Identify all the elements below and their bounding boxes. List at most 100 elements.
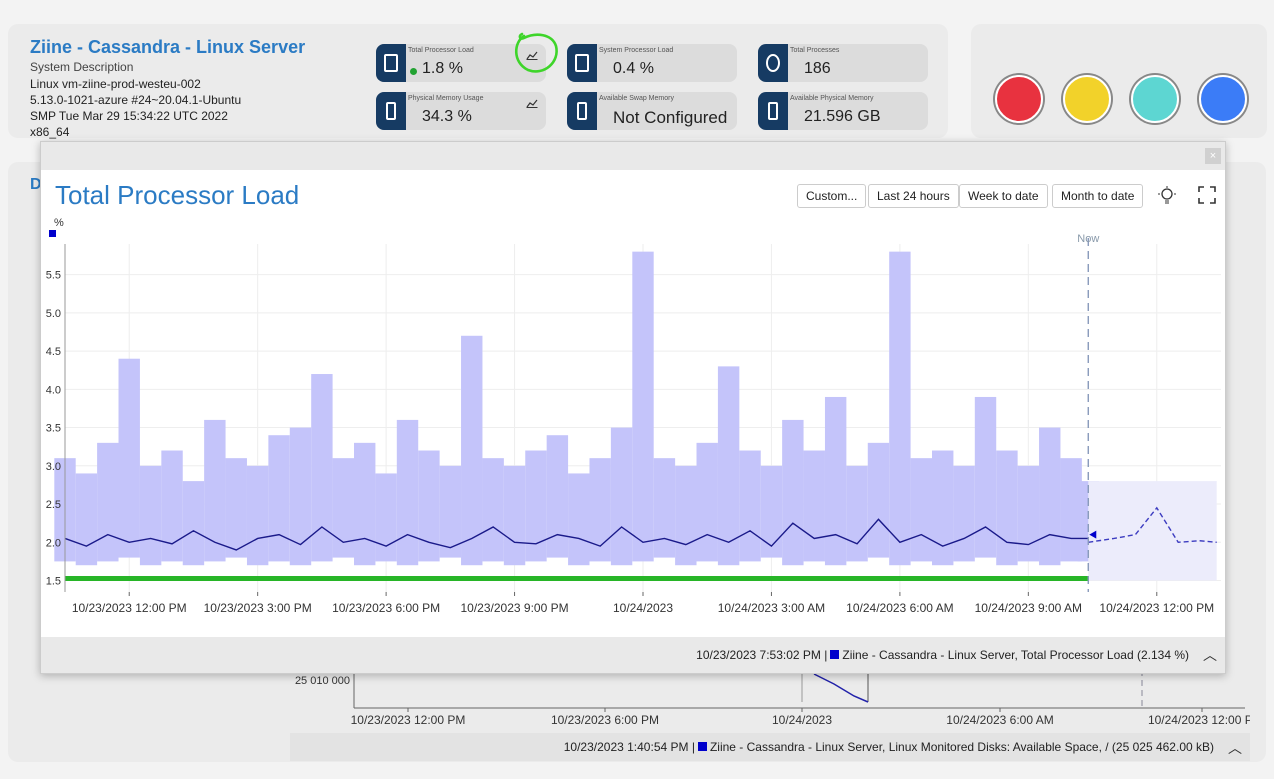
tile-available-swap-memory[interactable]: Available Swap Memory Not Configured [567,92,737,130]
band-bar [867,442,890,558]
bg-legend-timestamp: 10/23/2023 1:40:54 PM | [563,740,695,754]
band-bar [653,458,676,558]
fullscreen-icon[interactable] [1198,186,1216,204]
x-tick-label: 10/24/2023 6:00 AM [846,601,953,615]
system-description-line: SMP Tue Mar 29 15:34:22 UTC 2022 [30,109,228,123]
band-bar [461,335,483,566]
bg-legend-series: Ziine - Cassandra - Linux Server, Linux … [709,740,1214,754]
last-24-hours-button[interactable]: Last 24 hours [868,184,959,208]
x-tick-label: 10/24/2023 [613,601,673,615]
tile-available-physical-memory[interactable]: Available Physical Memory 21.596 GB [758,92,928,130]
y-tick-label: 5.0 [46,308,61,320]
tile-physical-memory-usage[interactable]: Physical Memory Usage 34.3 % [376,92,546,130]
week-to-date-button[interactable]: Week to date [959,184,1048,208]
y-tick-label: 5.5 [46,270,61,282]
band-bar [75,473,98,566]
band-bar [1017,465,1040,562]
forecast-band [1088,481,1217,581]
band-bar [889,251,911,566]
tile-value: Not Configured [613,108,728,127]
chevron-up-icon[interactable]: ︿ [1203,645,1217,665]
x-tick-label: 10/24/2023 3:00 AM [718,601,825,615]
band-bar [910,458,932,562]
lightbulb-icon[interactable] [1158,186,1176,206]
band-bar [225,458,247,558]
month-to-date-button[interactable]: Month to date [1052,184,1144,208]
x-tick-label: 10/23/2023 12:00 PM [72,601,187,615]
band-bar [525,450,547,562]
band-bar [739,450,761,562]
status-light-red[interactable] [995,75,1043,123]
band-bar [632,251,654,562]
band-bar [782,419,804,566]
tile-label: System Processor Load [599,47,674,54]
series-swatch [697,742,707,751]
series-swatch [49,230,56,237]
tile-system-processor-load[interactable]: System Processor Load 0.4 % [567,44,737,82]
band-bar [375,473,397,562]
band-bar [803,450,825,562]
series-swatch [830,650,840,659]
band-bar [824,396,847,566]
band-bar [932,450,954,566]
y-tick-label: 4.0 [46,384,61,396]
band-bar [696,442,718,562]
status-light-yellow[interactable] [1063,75,1111,123]
y-axis-unit: % [54,217,64,229]
bg-x-tick-label: 10/24/2023 6:00 AM [946,713,1053,727]
chart-legend-bar: 10/23/2023 7:53:02 PM | Ziine - Cassandra… [41,637,1225,673]
chart-legend: 10/23/2023 7:53:02 PM | Ziine - Cassandra… [696,648,1189,662]
close-icon[interactable]: × [1205,148,1221,164]
tile-value: 34.3 % [422,108,472,125]
band-bar [182,481,205,566]
band-bar [503,465,526,566]
x-tick-label: 10/24/2023 9:00 AM [975,601,1082,615]
band-bar [118,358,140,558]
legend-series: Ziine - Cassandra - Linux Server, Total … [842,648,1189,662]
status-light-cyan[interactable] [1131,75,1179,123]
processor-load-chart[interactable]: % 1.5 2.0 2.5 3.0 3.5 4.0 4.5 5.0 5.5 10/23/2023… [41,212,1225,632]
chart-title: Total Processor Load [55,180,300,210]
tile-label: Available Physical Memory [790,95,874,102]
band-bar [546,435,569,558]
chevron-up-icon[interactable]: ︿ [1228,738,1242,758]
tile-label: Available Swap Memory [599,95,674,102]
bg-x-axis: 10/23/2023 12:00 PM 10/23/2023 6:00 PM 10/… [351,708,1250,727]
data-coverage-bar [65,576,1089,581]
band-bar [760,465,783,558]
tile-value: 0.4 % [613,60,654,77]
bg-x-tick-label: 10/24/2023 12:00 PI [1148,713,1250,727]
tile-value: 21.596 GB [804,108,881,125]
system-description-line: Linux vm-ziine-prod-westeu-002 [30,77,201,91]
memory-icon [376,92,406,130]
y-tick-label: 4.5 [46,346,61,358]
band-bar [1039,427,1061,566]
band-bar [953,465,975,562]
band-bar [996,450,1018,566]
server-info-card: Ziine - Cassandra - Linux Server System … [8,24,948,139]
server-title[interactable]: Ziine - Cassandra - Linux Server [30,37,305,58]
tile-label: Total Processor Load [408,47,474,54]
trend-chart-icon[interactable] [526,98,538,108]
band-bar [246,465,269,566]
status-lights-card [971,24,1267,138]
x-tick-label: 10/23/2023 9:00 PM [461,601,569,615]
band-bar [482,458,504,562]
memory-icon [567,92,597,130]
band-bar [161,450,183,562]
band-bar [974,396,997,558]
band-bar [204,419,226,562]
system-description-line: x86_64 [30,125,70,139]
band-bar [268,435,290,562]
tile-value: 186 [804,60,831,77]
band-bar [354,442,376,566]
custom-range-button[interactable]: Custom... [797,184,867,208]
tile-total-processes[interactable]: Total Processes 186 [758,44,928,82]
band-bar [610,427,633,566]
cpu-icon [376,44,406,82]
y-tick-label: 2.0 [46,537,61,549]
status-light-blue[interactable] [1199,75,1247,123]
tile-value: 1.8 % [422,60,463,77]
band-bar [568,473,590,566]
now-label: Now [1077,233,1099,245]
